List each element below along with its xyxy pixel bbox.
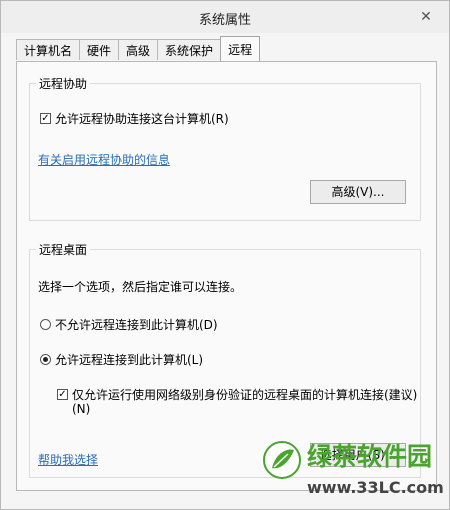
tab-strip: 计算机名 硬件 高级 系统保护 远程 <box>16 36 261 61</box>
nla-only-label-line1: 仅允许运行使用网络级别身份验证的远程桌面的计算机连接(建议) <box>72 388 418 402</box>
selected-dot <box>43 357 48 362</box>
remote-assistance-label: 远程协助 <box>36 75 91 92</box>
allow-remote-assistance-checkbox[interactable]: ✓ <box>40 113 51 124</box>
nla-only-label-line2: (N) <box>72 402 91 416</box>
tab-computer-name[interactable]: 计算机名 <box>16 39 81 60</box>
allow-remote-label: 允许远程连接到此计算机(L) <box>55 353 204 367</box>
tab-hardware[interactable]: 硬件 <box>79 39 120 60</box>
deny-remote-radio[interactable] <box>40 319 51 330</box>
tab-system-protection[interactable]: 系统保护 <box>157 39 222 60</box>
help-me-choose-link[interactable]: 帮助我选择 <box>38 451 98 468</box>
allow-remote-radio[interactable] <box>40 354 51 365</box>
deny-remote-label: 不允许远程连接到此计算机(D) <box>55 318 218 332</box>
watermark-url: www.33LC.com <box>307 478 444 497</box>
watermark: 绿茶软件园 www.33LC.com <box>262 430 450 510</box>
remote-assistance-group: 远程协助 ✓ 允许远程协助连接这台计算机(R) 有关启用远程协助的信息 高级(V… <box>29 75 421 221</box>
watermark-brand: 绿茶软件园 <box>307 442 433 471</box>
nla-only-checkbox[interactable]: ✓ <box>57 389 68 400</box>
remote-desktop-label: 远程桌面 <box>36 241 91 258</box>
allow-remote-assistance-label: 允许远程协助连接这台计算机(R) <box>55 112 229 126</box>
close-icon[interactable]: ✕ <box>415 6 437 28</box>
advanced-button[interactable]: 高级(V)... <box>310 180 406 204</box>
tab-remote[interactable]: 远程 <box>220 36 261 61</box>
leaf-logo-icon <box>263 441 301 479</box>
tab-advanced[interactable]: 高级 <box>118 39 159 60</box>
remote-desktop-description: 选择一个选项，然后指定谁可以连接。 <box>38 280 243 294</box>
tab-panel-remote: 远程协助 ✓ 允许远程协助连接这台计算机(R) 有关启用远程协助的信息 高级(V… <box>16 61 437 491</box>
window-title: 系统属性 <box>198 13 251 28</box>
title-bar: 系统属性 ✕ <box>1 1 449 33</box>
remote-assistance-info-link[interactable]: 有关启用远程协助的信息 <box>38 151 170 168</box>
